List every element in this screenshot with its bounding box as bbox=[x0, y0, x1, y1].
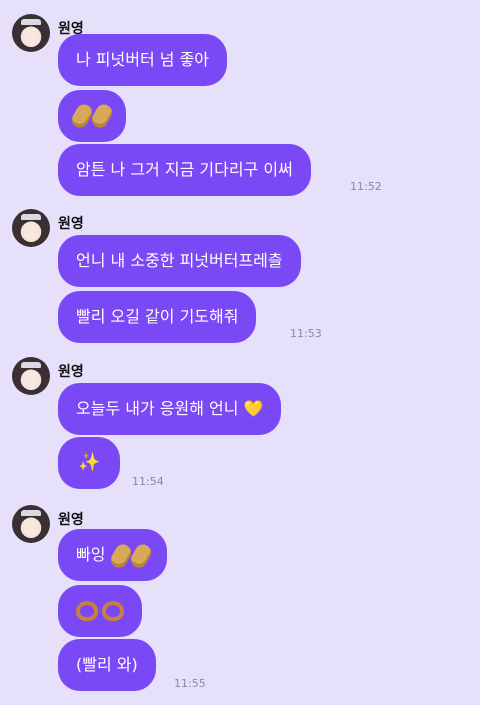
message-text: 암튼 나 그거 지금 기다리구 이써 bbox=[76, 160, 293, 179]
message-timestamp: 11:52 bbox=[350, 180, 382, 193]
message-bubble[interactable]: 암튼 나 그거 지금 기다리구 이써 bbox=[58, 144, 311, 196]
peanut-icon bbox=[69, 101, 95, 131]
message-bubble[interactable]: (빨리 와) bbox=[58, 639, 156, 691]
message-bubble[interactable]: 나 피넛버터 넘 좋아 bbox=[58, 34, 228, 86]
sender-name: 원영 bbox=[58, 364, 84, 380]
avatar[interactable] bbox=[12, 209, 50, 247]
pretzel-icon bbox=[102, 601, 124, 621]
message-timestamp: 11:53 bbox=[290, 327, 322, 340]
message-timestamp: 11:55 bbox=[174, 677, 206, 690]
sender-name: 원영 bbox=[58, 512, 84, 528]
avatar[interactable] bbox=[12, 14, 50, 52]
message-timestamp: 11:54 bbox=[132, 475, 164, 488]
message-bubble[interactable]: 빨리 오길 같이 기도해줘 bbox=[58, 291, 257, 343]
peanut-icon bbox=[127, 541, 154, 570]
message-bubble-emoji[interactable] bbox=[58, 90, 126, 142]
message-text: (빨리 와) bbox=[76, 655, 138, 674]
message-bubble-emoji[interactable] bbox=[58, 585, 142, 637]
peanut-icon bbox=[89, 101, 115, 131]
message-text: 언니 내 소중한 피넛버터프레츨 bbox=[76, 251, 283, 270]
message-text: 빨리 오길 같이 기도해줘 bbox=[76, 307, 239, 326]
message-bubble[interactable]: 빠잉 bbox=[58, 529, 167, 581]
message-text: 빠잉 bbox=[76, 545, 106, 564]
message-bubble[interactable]: 언니 내 소중한 피넛버터프레츨 bbox=[58, 235, 301, 287]
avatar[interactable] bbox=[12, 505, 50, 543]
message-text: 오늘두 내가 응원해 언니 bbox=[76, 399, 239, 418]
pretzel-icon bbox=[76, 601, 98, 621]
avatar[interactable] bbox=[12, 357, 50, 395]
yellow-heart-icon: 💛 bbox=[243, 399, 264, 418]
message-text: 나 피넛버터 넘 좋아 bbox=[76, 50, 210, 69]
sparkles-icon: ✨ bbox=[78, 452, 101, 473]
peanut-icon bbox=[107, 541, 134, 570]
message-bubble-emoji[interactable]: ✨ bbox=[58, 437, 121, 489]
sender-name: 원영 bbox=[58, 216, 84, 232]
message-bubble[interactable]: 오늘두 내가 응원해 언니 💛 bbox=[58, 383, 282, 435]
